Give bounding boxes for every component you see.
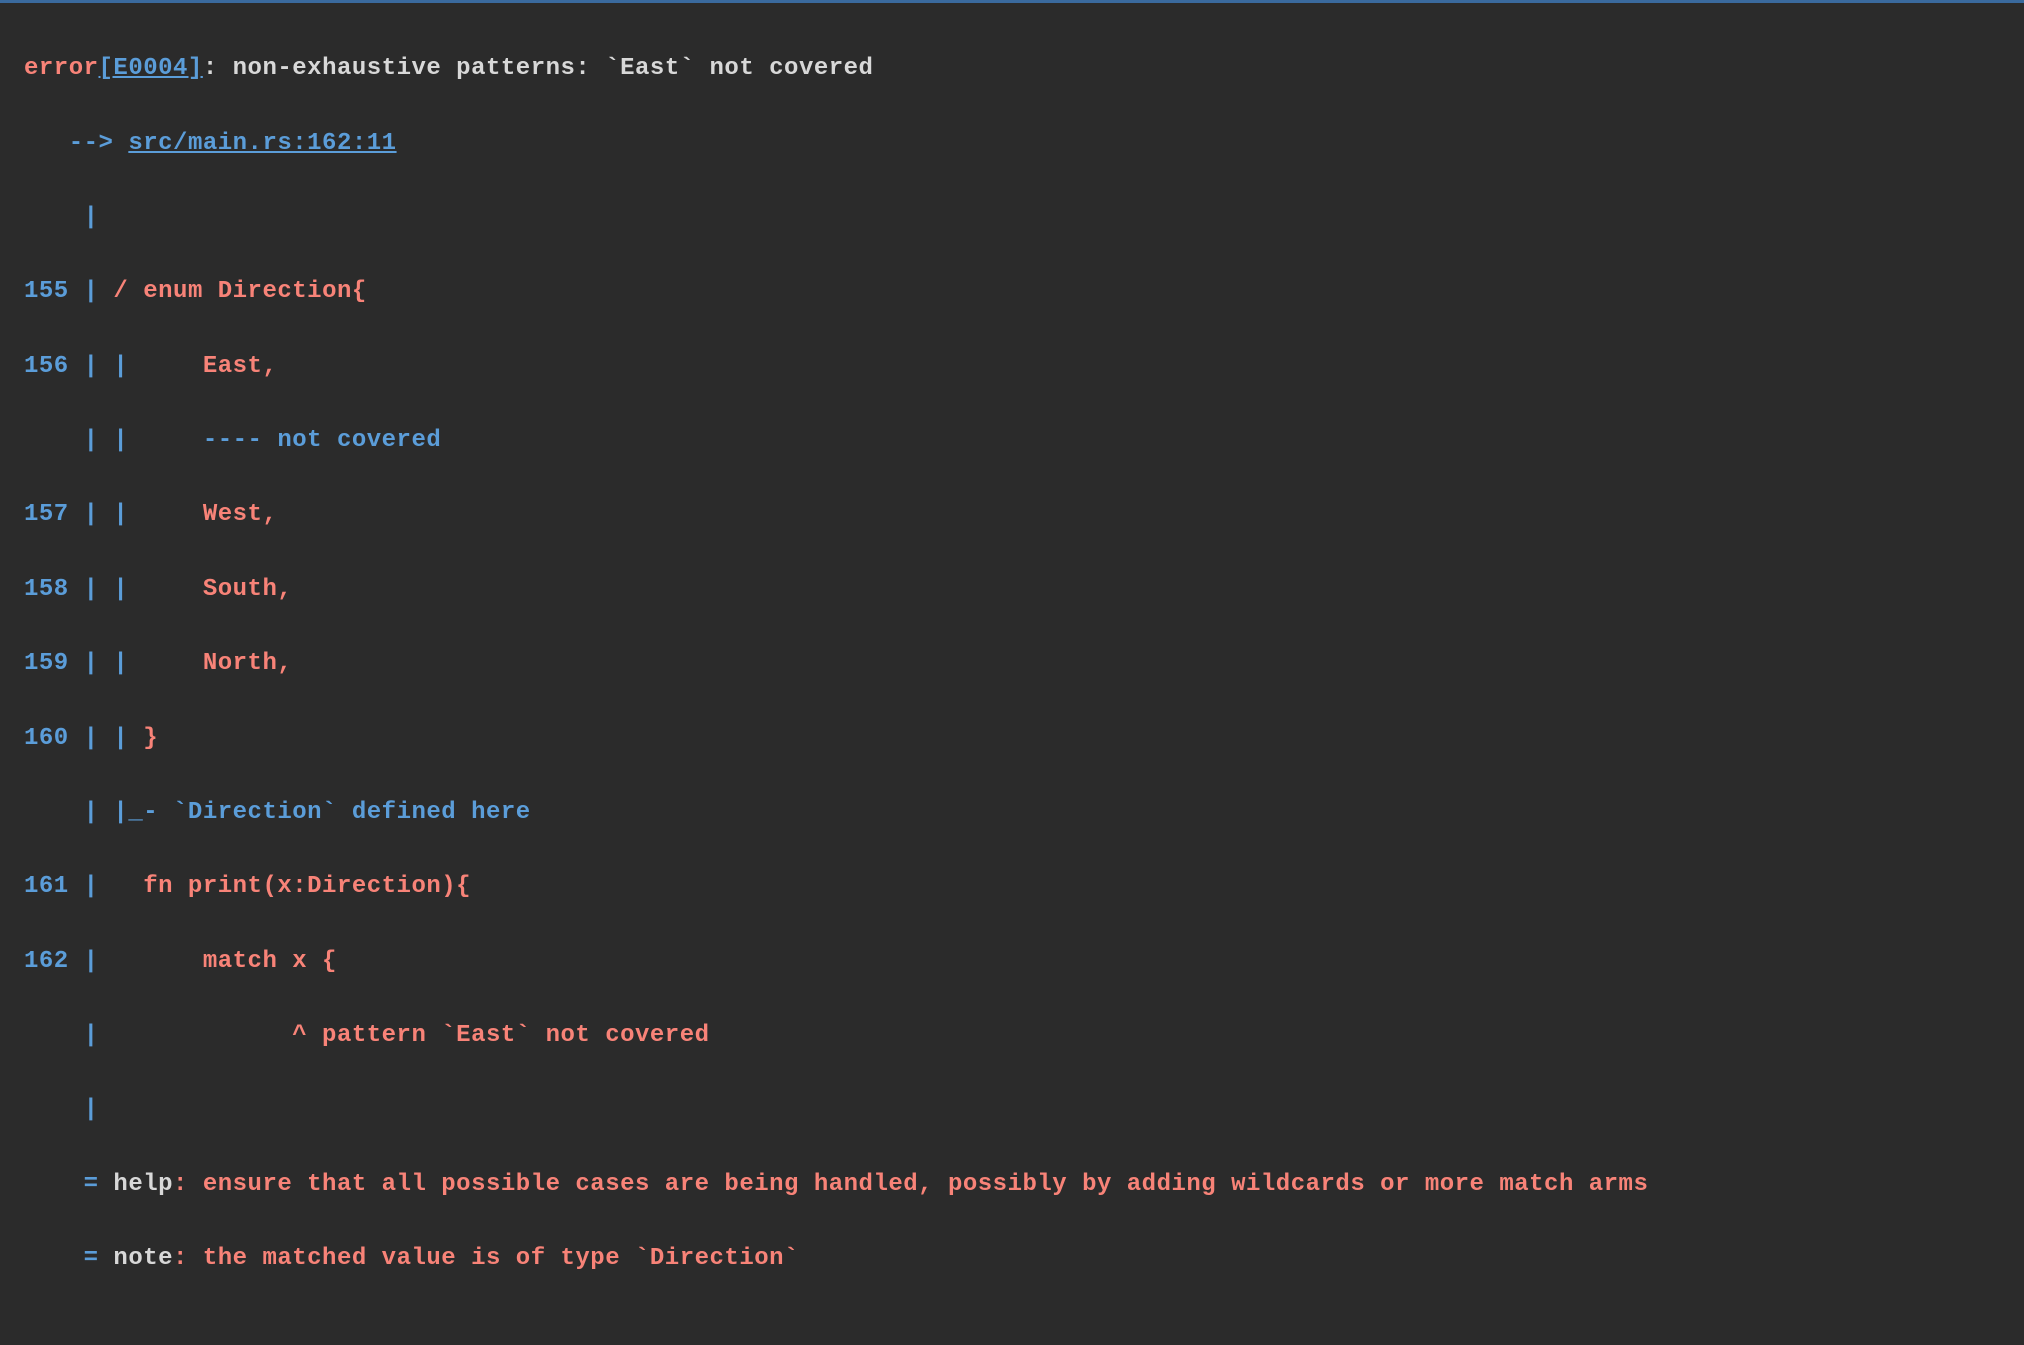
code-text: East, (143, 353, 277, 380)
annotation-text: `Direction` defined here (173, 799, 531, 826)
line-number: 160 (24, 725, 84, 752)
line-number: 156 (24, 353, 84, 380)
annotation-caret: | ^ pattern `East` not covered (24, 1017, 2024, 1054)
source-location-link[interactable]: src/main.rs:162:11 (128, 130, 396, 157)
code-line-156: 156 | | East, (24, 348, 2024, 385)
code-text: South, (143, 576, 292, 603)
code-line-161: 161 | fn print(x:Direction){ (24, 868, 2024, 905)
code-line-155: 155 | / enum Direction{ (24, 273, 2024, 310)
gutter-pipe: | | (84, 650, 144, 677)
gutter-pipe: | | (84, 353, 144, 380)
gutter-pipe: | (84, 873, 144, 900)
line-number: 157 (24, 501, 84, 528)
line-number (24, 1022, 84, 1049)
source-location-line: --> src/main.rs:162:11 (24, 125, 2024, 162)
caret-marker: ^ (143, 1022, 322, 1049)
code-text: } (143, 725, 158, 752)
line-number: 161 (24, 873, 84, 900)
gutter-slash: / (113, 278, 143, 305)
gutter-pipe: | | (84, 576, 144, 603)
gutter-pipe: | (84, 1096, 99, 1123)
line-number: 158 (24, 576, 84, 603)
gutter-pipe: | (84, 1022, 144, 1049)
gutter-dash: - (143, 799, 173, 826)
code-line-158: 158 | | South, (24, 571, 2024, 608)
help-text: : ensure that all possible cases are bei… (173, 1171, 1648, 1198)
code-text: West, (143, 501, 277, 528)
error-message: : non-exhaustive patterns: `East` not co… (203, 55, 874, 82)
code-text: North, (143, 650, 292, 677)
note-eq: = (24, 1245, 113, 1272)
line-number (24, 799, 84, 826)
line-number: 159 (24, 650, 84, 677)
note-text: : the matched value is of type `Directio… (173, 1245, 799, 1272)
code-line-162: 162 | match x { (24, 943, 2024, 980)
line-number: 162 (24, 948, 84, 975)
code-text: fn print(x:Direction){ (143, 873, 471, 900)
compiler-output: error[E0004]: non-exhaustive patterns: `… (0, 3, 2024, 1345)
line-number: 155 (24, 278, 84, 305)
line-number (24, 427, 84, 454)
gutter-pipe: | | (84, 725, 144, 752)
gutter-pipe: | (84, 278, 114, 305)
gutter-empty: | (24, 1091, 2024, 1128)
code-line-160: 160 | | } (24, 720, 2024, 757)
note-label: note (113, 1245, 173, 1272)
gutter-pipe: | | (84, 427, 144, 454)
code-text: enum Direction{ (143, 278, 367, 305)
help-line: = help: ensure that all possible cases a… (24, 1166, 2024, 1203)
error-header-line: error[E0004]: non-exhaustive patterns: `… (24, 50, 2024, 87)
arrow-prefix: --> (24, 130, 128, 157)
help-eq: = (24, 1171, 113, 1198)
gutter-pipe: | | (84, 501, 144, 528)
help-label: help (113, 1171, 173, 1198)
error-label: error (24, 55, 99, 82)
error-code-link[interactable]: [E0004] (99, 55, 203, 82)
gutter-empty: | (24, 199, 2024, 236)
code-line-157: 157 | | West, (24, 496, 2024, 533)
annotation-text: pattern `East` not covered (322, 1022, 709, 1049)
annotation-text: ---- not covered (143, 427, 441, 454)
code-text: match x { (143, 948, 337, 975)
line-number (24, 1096, 84, 1123)
note-line: = note: the matched value is of type `Di… (24, 1240, 2024, 1277)
annotation-defined-here: | |_- `Direction` defined here (24, 794, 2024, 831)
gutter-pipe: | (84, 948, 144, 975)
code-line-159: 159 | | North, (24, 645, 2024, 682)
gutter-pipe: | |_ (84, 799, 144, 826)
annotation-not-covered: | | ---- not covered (24, 422, 2024, 459)
